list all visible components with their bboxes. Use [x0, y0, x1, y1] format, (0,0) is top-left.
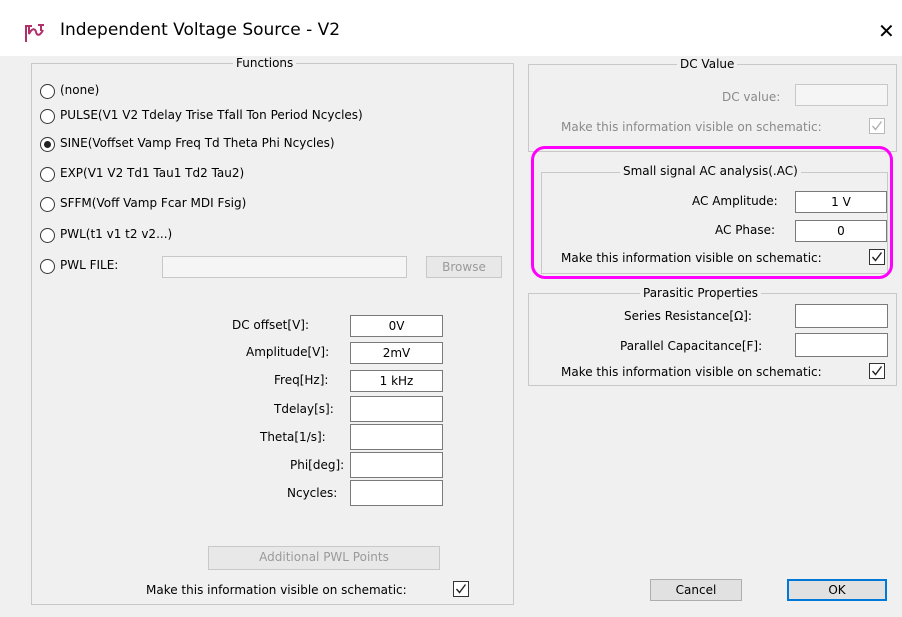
amplitude-input[interactable]: 2mV — [350, 342, 443, 364]
check-icon — [455, 584, 467, 594]
freq-input[interactable]: 1 kHz — [350, 370, 443, 392]
radio-pulse-label: PULSE(V1 V2 Tdelay Trise Tfall Ton Perio… — [60, 108, 363, 122]
pwl-file-input[interactable] — [162, 256, 407, 278]
browse-button[interactable]: Browse — [426, 256, 502, 278]
dc-value-group — [528, 64, 897, 152]
radio-sffm[interactable] — [40, 197, 55, 212]
check-icon — [871, 366, 883, 376]
radio-none[interactable] — [40, 84, 55, 99]
ncycles-label: Ncycles: — [287, 486, 338, 500]
amplitude-label: Amplitude[V]: — [246, 345, 330, 359]
parallel-capacitance-input[interactable] — [795, 333, 888, 357]
radio-pulse[interactable] — [40, 109, 55, 124]
window-title: Independent Voltage Source - V2 — [60, 20, 341, 40]
check-icon — [871, 121, 883, 131]
parasitic-visible-checkbox[interactable] — [869, 363, 885, 379]
dc-visible-label: Make this information visible on schemat… — [561, 120, 822, 134]
highlight-annotation — [531, 146, 893, 279]
phi-label: Phi[deg]: — [290, 458, 345, 472]
cancel-button[interactable]: Cancel — [650, 579, 742, 601]
dc-value-legend: DC Value — [677, 57, 738, 71]
theta-input[interactable] — [350, 424, 443, 450]
functions-visible-checkbox[interactable] — [453, 581, 469, 597]
phi-input[interactable] — [350, 452, 443, 478]
title-bar: Independent Voltage Source - V2 ✕ — [0, 0, 902, 56]
tdelay-label: Tdelay[s]: — [274, 402, 334, 416]
dc-value-label: DC value: — [722, 90, 781, 104]
radio-sine[interactable] — [40, 137, 55, 152]
radio-pwl-label: PWL(t1 v1 t2 v2...) — [60, 227, 173, 241]
theta-label: Theta[1/s]: — [260, 430, 326, 444]
freq-label: Freq[Hz]: — [274, 373, 329, 387]
radio-pwl-file-label: PWL FILE: — [60, 258, 119, 272]
radio-pwl[interactable] — [40, 228, 55, 243]
functions-legend: Functions — [233, 56, 297, 70]
series-resistance-input[interactable] — [795, 304, 888, 328]
radio-none-label: (none) — [60, 83, 100, 97]
radio-sffm-label: SFFM(Voff Vamp Fcar MDI Fsig) — [60, 196, 247, 210]
tdelay-input[interactable] — [350, 396, 443, 422]
dc-offset-input[interactable]: 0V — [350, 315, 443, 337]
ok-button[interactable]: OK — [787, 579, 887, 601]
dc-visible-checkbox[interactable] — [869, 118, 885, 134]
app-icon — [25, 24, 44, 42]
radio-pwl-file[interactable] — [40, 259, 55, 274]
ncycles-input[interactable] — [350, 480, 443, 506]
series-resistance-label: Series Resistance[Ω]: — [624, 309, 752, 323]
dc-value-input[interactable] — [795, 84, 888, 106]
functions-visible-label: Make this information visible on schemat… — [146, 583, 407, 597]
radio-sine-label: SINE(Voffset Vamp Freq Td Theta Phi Ncyc… — [60, 136, 335, 150]
parasitic-legend: Parasitic Properties — [640, 286, 762, 300]
radio-exp-label: EXP(V1 V2 Td1 Tau1 Td2 Tau2) — [60, 166, 245, 180]
dialog-window: Independent Voltage Source - V2 ✕ Functi… — [0, 0, 902, 617]
close-icon[interactable]: ✕ — [878, 19, 895, 43]
radio-exp[interactable] — [40, 167, 55, 182]
dc-offset-label: DC offset[V]: — [232, 318, 309, 332]
parasitic-visible-label: Make this information visible on schemat… — [561, 365, 822, 379]
additional-pwl-button[interactable]: Additional PWL Points — [208, 546, 440, 570]
parallel-capacitance-label: Parallel Capacitance[F]: — [620, 339, 763, 353]
